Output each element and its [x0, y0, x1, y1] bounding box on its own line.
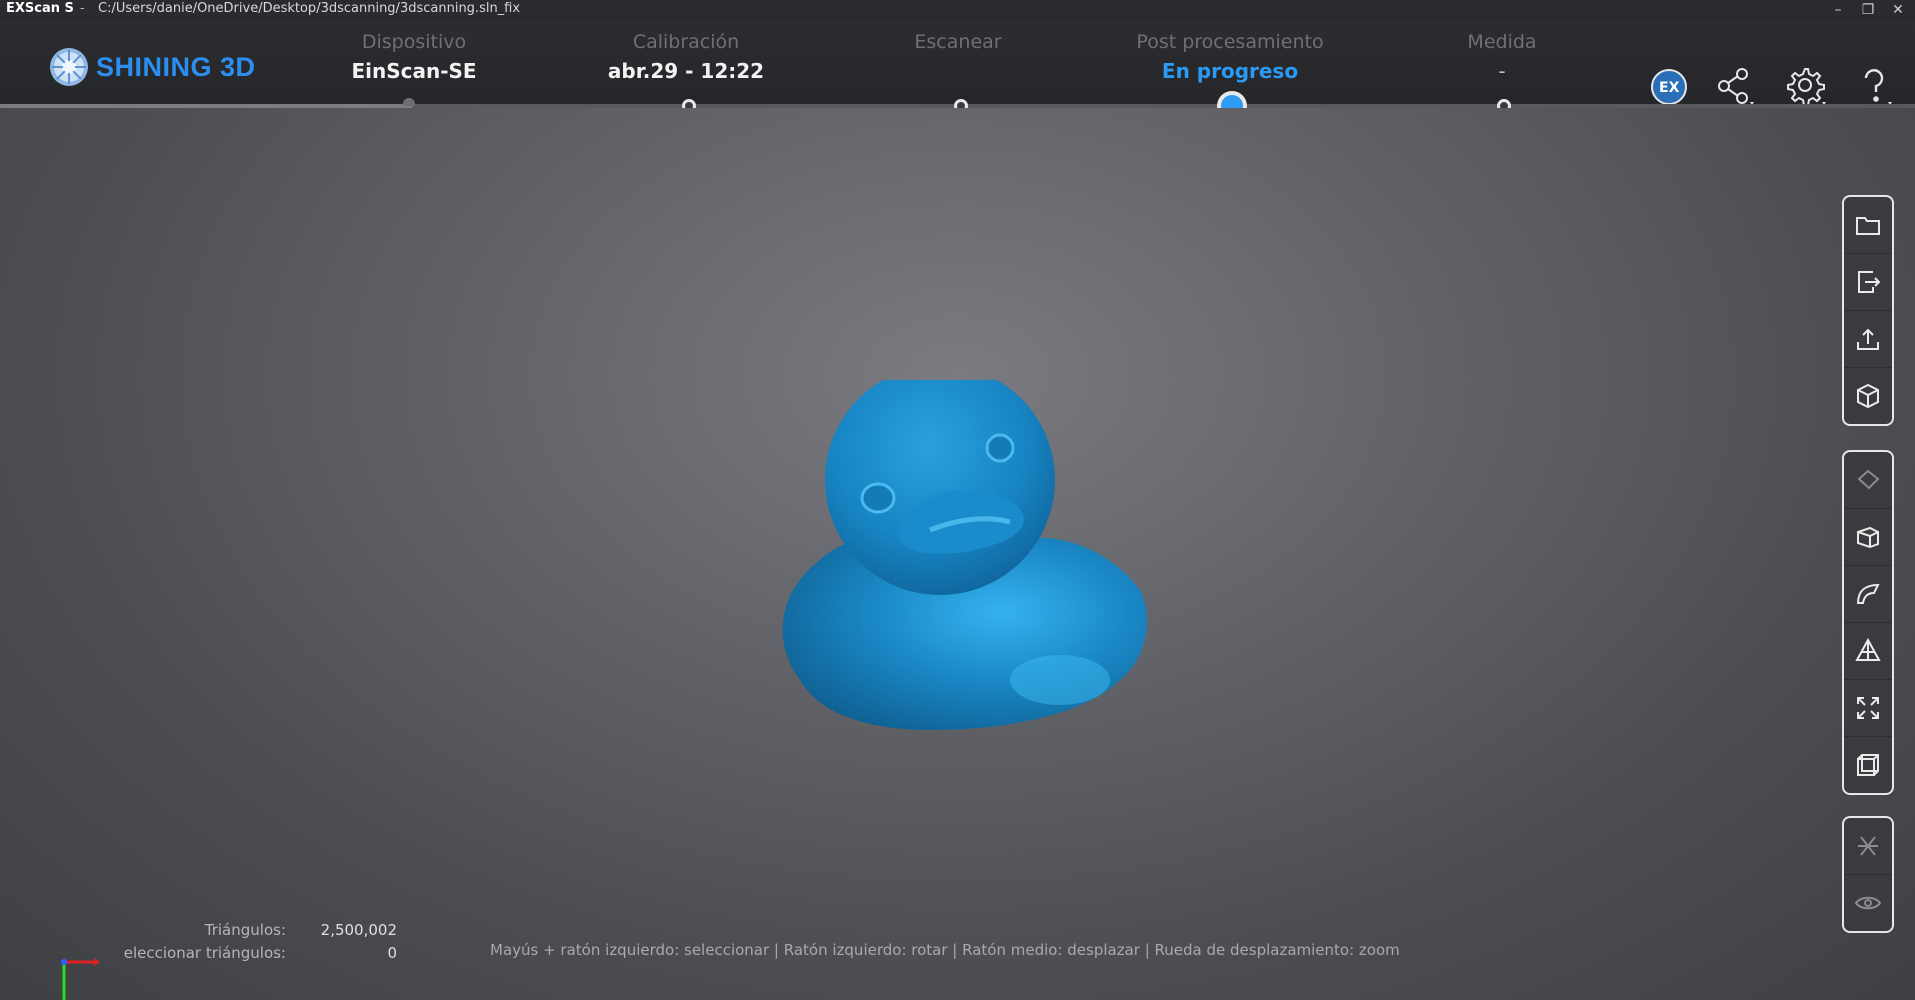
step-post-processing[interactable]: Post procesamiento En progreso [1100, 30, 1360, 84]
step-label: Post procesamiento [1136, 31, 1324, 53]
scanned-duck-model[interactable] [760, 380, 1160, 780]
step-label: Medida [1467, 31, 1537, 53]
brand-name: SHINING 3D [96, 51, 256, 82]
step-measure[interactable]: Medida - [1372, 30, 1632, 84]
svg-text:EX: EX [1659, 80, 1680, 96]
toolbar-view-group [1842, 816, 1894, 933]
close-button[interactable]: ✕ [1886, 0, 1910, 20]
wireframe-box-icon[interactable] [1844, 737, 1892, 793]
minimize-button[interactable]: – [1826, 0, 1850, 20]
step-value: EinScan-SE [351, 59, 477, 83]
step-label: Calibración [632, 31, 740, 53]
step-label: Escanear [914, 31, 1002, 53]
mouse-controls-hint: Mayús + ratón izquierdo: seleccionar | R… [490, 941, 1400, 959]
upload-icon[interactable] [1844, 311, 1892, 368]
surface-icon[interactable] [1844, 566, 1892, 623]
triangles-count: 2,500,002 [320, 921, 397, 939]
triangles-label: Triángulos: [204, 921, 286, 939]
toolbar-edit-group [1842, 450, 1894, 795]
brand-logo: SHINING 3D [48, 46, 256, 88]
model-cube-icon[interactable] [1844, 368, 1892, 424]
device-step-marker [403, 98, 415, 106]
selected-triangles-label: eleccionar triángulos: [123, 944, 286, 962]
step-value: abr.29 - 12:22 [607, 59, 765, 83]
step-device[interactable]: Dispositivo EinScan-SE [284, 30, 544, 84]
step-label: Dispositivo [361, 31, 467, 53]
open-folder-icon[interactable] [1844, 197, 1892, 254]
toolbar-file-group [1842, 195, 1894, 426]
app-title: EXScan S [6, 1, 74, 16]
step-calibration[interactable]: Calibración abr.29 - 12:22 [556, 30, 816, 84]
project-path: C:/Users/danie/OneDrive/Desktop/3dscanni… [98, 1, 521, 16]
cube-cut-icon[interactable] [1844, 509, 1892, 566]
export-icon[interactable] [1844, 254, 1892, 311]
mesh-triangle-icon[interactable] [1844, 623, 1892, 680]
axis-gizmo-icon [61, 958, 100, 1000]
logo-globe-icon [50, 48, 88, 86]
selected-triangles-count: 0 [387, 944, 397, 962]
step-status: En progreso [1161, 59, 1299, 83]
fit-view-icon[interactable] [1844, 680, 1892, 737]
eraser-icon[interactable] [1844, 452, 1892, 509]
step-value: - [1498, 59, 1506, 83]
window-titlebar: EXScan S - C:/Users/danie/OneDrive/Deskt… [0, 0, 1915, 20]
step-scan[interactable]: Escanear [828, 30, 1088, 58]
header-bar: SHINING 3D Dispositivo EinScan-SE Calibr… [0, 20, 1915, 106]
visibility-eye-icon[interactable] [1844, 875, 1892, 931]
maximize-button[interactable]: ❐ [1856, 0, 1880, 20]
title-separator: - [80, 1, 85, 16]
symmetry-icon[interactable] [1844, 818, 1892, 875]
